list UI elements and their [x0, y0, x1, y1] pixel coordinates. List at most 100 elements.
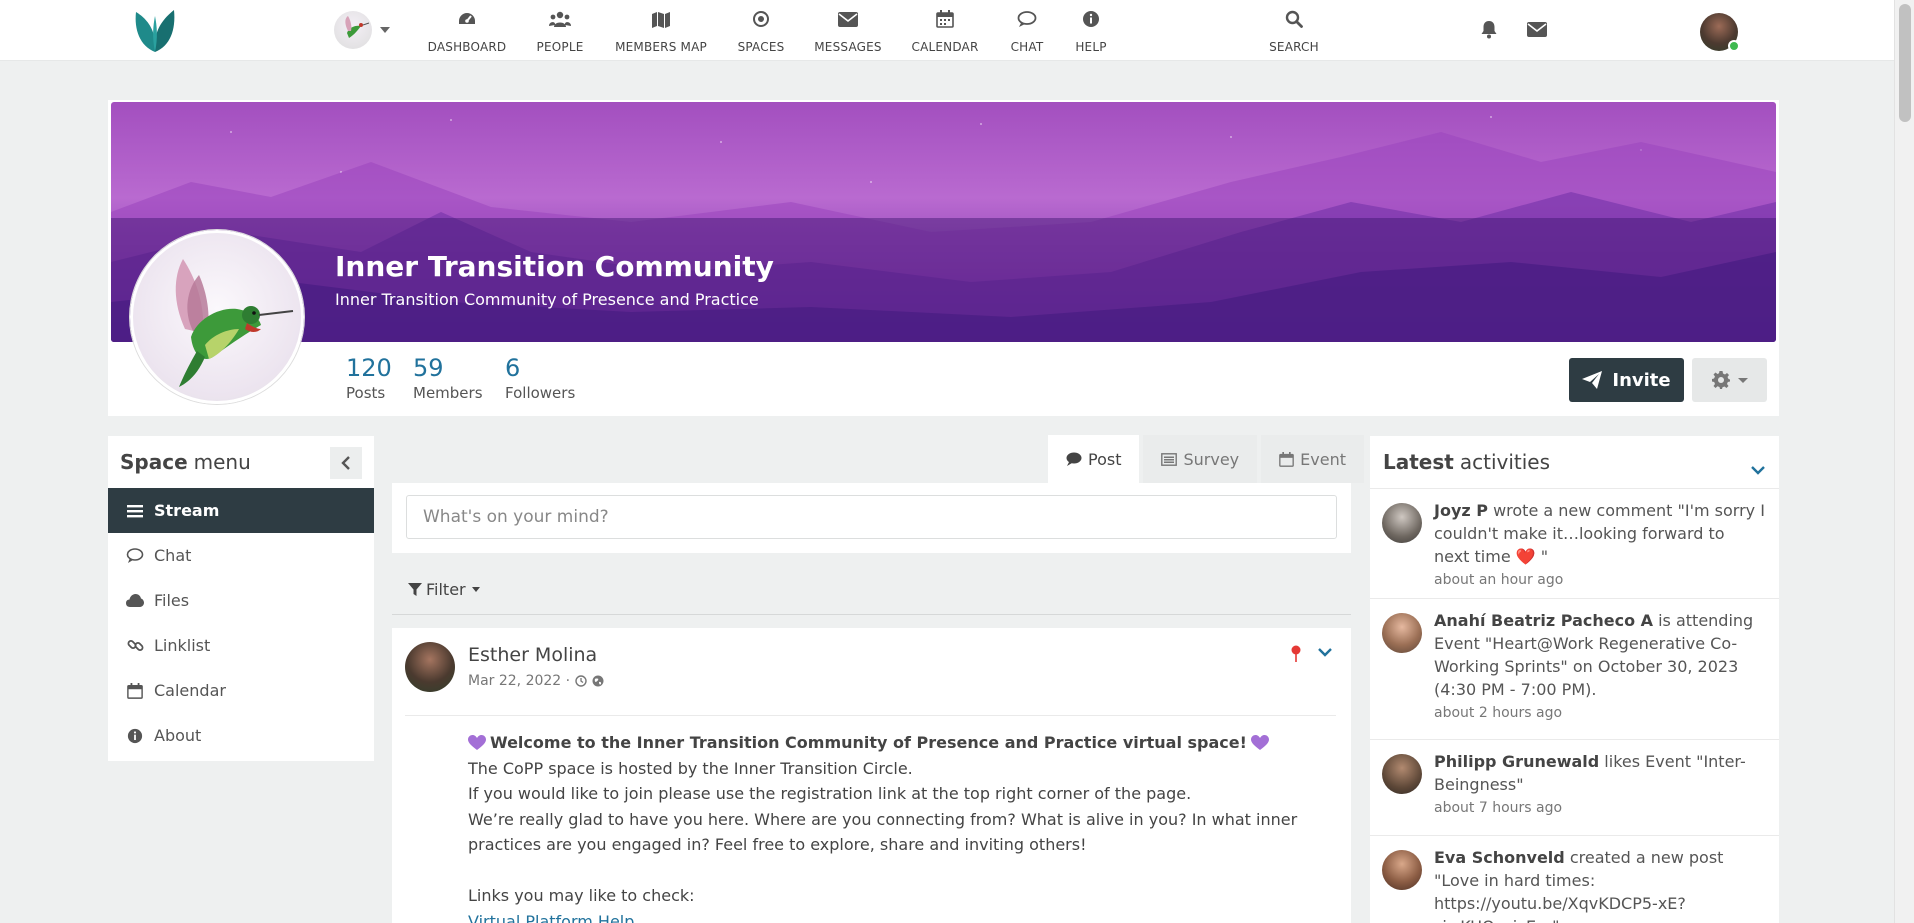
- virtual-platform-help-link[interactable]: Virtual Platform Help: [468, 912, 634, 923]
- activity-text: Joyz P wrote a new comment "I'm sorry I …: [1434, 499, 1765, 568]
- post-author-name[interactable]: Esther Molina: [468, 644, 597, 666]
- space-avatar-hummingbird[interactable]: [130, 230, 304, 404]
- activity-item[interactable]: Philipp Grunewald likes Event "Inter-Bei…: [1370, 740, 1779, 836]
- messages-envelope-icon[interactable]: [1526, 18, 1548, 40]
- nav-search[interactable]: SEARCH: [1269, 8, 1319, 54]
- activity-item[interactable]: Joyz P wrote a new comment "I'm sorry I …: [1370, 488, 1779, 599]
- counter-members-label: Members: [413, 384, 483, 402]
- calendar-icon: [936, 8, 954, 30]
- space-menu-item-linklist[interactable]: Linklist: [108, 623, 374, 668]
- space-chooser[interactable]: [334, 10, 400, 50]
- cloud-icon: [126, 592, 144, 610]
- nav-messages[interactable]: MESSAGES: [814, 8, 882, 54]
- space-menu-item-label: Chat: [154, 546, 192, 565]
- space-menu-title-bold: Space: [120, 450, 188, 474]
- logo-icon[interactable]: [130, 6, 180, 56]
- nav-people[interactable]: PEOPLE: [536, 8, 584, 54]
- calendar-icon: [126, 682, 144, 700]
- post-blank-line: [468, 858, 1328, 884]
- counter-followers[interactable]: 6 Followers: [505, 354, 575, 402]
- globe-icon: [592, 675, 604, 687]
- pinned-icon: [1290, 645, 1302, 666]
- post-line: practices are you engaged in? Feel free …: [468, 835, 1087, 854]
- purple-heart-icon: [1250, 734, 1269, 750]
- invite-button[interactable]: Invite: [1569, 358, 1684, 402]
- space-menu-item-calendar[interactable]: Calendar: [108, 668, 374, 713]
- post-headline-text: Welcome to the Inner Transition Communit…: [490, 733, 1247, 752]
- post-author-avatar[interactable]: [405, 642, 455, 692]
- counter-posts[interactable]: 120 Posts: [346, 354, 392, 402]
- chevron-down-icon: [471, 587, 480, 592]
- dashboard-icon: [457, 8, 477, 30]
- notifications-bell-icon[interactable]: [1478, 18, 1500, 40]
- space-description: Inner Transition Community of Presence a…: [335, 290, 759, 309]
- activity-item[interactable]: Anahí Beatriz Pacheco A is attending Eve…: [1370, 599, 1779, 740]
- activity-user-name: Philipp Grunewald: [1434, 752, 1600, 771]
- chat-icon: [1017, 8, 1037, 30]
- post-meta: Mar 22, 2022 ·: [468, 673, 604, 689]
- collapse-menu-button[interactable]: [330, 447, 362, 479]
- activity-avatar[interactable]: [1382, 613, 1422, 653]
- nav-members-map[interactable]: MEMBERS MAP: [615, 8, 707, 54]
- post-links-intro: Links you may like to check:: [468, 886, 695, 905]
- user-avatar[interactable]: [1700, 13, 1740, 52]
- page-scrollbar[interactable]: [1894, 0, 1914, 923]
- post-options-chevron-icon[interactable]: [1318, 646, 1332, 661]
- post-date[interactable]: Mar 22, 2022 ·: [468, 673, 570, 689]
- nav-members-map-label: MEMBERS MAP: [615, 40, 707, 54]
- tab-post[interactable]: Post: [1048, 435, 1140, 483]
- top-navigation: DASHBOARD PEOPLE MEMBERS MAP SPACES MESS…: [0, 0, 1894, 61]
- nav-chat-label: CHAT: [1010, 40, 1044, 54]
- post-line: If you would like to join please use the…: [468, 784, 1192, 803]
- post-headline: Welcome to the Inner Transition Communit…: [468, 730, 1328, 756]
- space-menu-item-label: Linklist: [154, 636, 211, 655]
- space-menu-item-about[interactable]: About: [108, 713, 374, 758]
- activity-item[interactable]: Eva Schonveld created a new post "Love i…: [1370, 836, 1779, 923]
- clock-icon: [575, 675, 587, 687]
- latest-activities: Latest activities Joyz P wrote a new com…: [1370, 436, 1779, 923]
- counter-posts-value: 120: [346, 354, 392, 382]
- tab-event[interactable]: Event: [1261, 435, 1364, 483]
- space-menu-item-chat[interactable]: Chat: [108, 533, 374, 578]
- space-menu-item-files[interactable]: Files: [108, 578, 374, 623]
- nav-dashboard-label: DASHBOARD: [427, 40, 507, 54]
- activity-avatar[interactable]: [1382, 850, 1422, 890]
- nav-dashboard[interactable]: DASHBOARD: [427, 8, 507, 54]
- calendar-icon: [1279, 451, 1294, 467]
- space-settings-button[interactable]: [1692, 358, 1767, 402]
- activity-tail: ": [1535, 547, 1549, 566]
- counter-members[interactable]: 59 Members: [413, 354, 483, 402]
- chevron-down-icon: [380, 27, 390, 33]
- whats-on-your-mind-input[interactable]: What's on your mind?: [406, 495, 1337, 539]
- nav-spaces[interactable]: SPACES: [738, 8, 784, 54]
- post-line: We’re really glad to have you here. Wher…: [468, 809, 1298, 829]
- activity-avatar[interactable]: [1382, 754, 1422, 794]
- nav-help[interactable]: HELP: [1075, 8, 1107, 54]
- envelope-icon: [838, 8, 858, 30]
- space-menu-item-stream[interactable]: Stream: [108, 488, 374, 533]
- stream-filter-button[interactable]: Filter: [408, 580, 480, 599]
- nav-chat[interactable]: CHAT: [1010, 8, 1044, 54]
- spaces-icon: [752, 8, 770, 30]
- nav-help-label: HELP: [1075, 40, 1107, 54]
- activity-user-name: Eva Schonveld: [1434, 848, 1565, 867]
- nav-messages-label: MESSAGES: [814, 40, 882, 54]
- post-body: Welcome to the Inner Transition Communit…: [468, 730, 1328, 923]
- nav-calendar-label: CALENDAR: [911, 40, 979, 54]
- comment-icon: [1066, 452, 1082, 466]
- activity-avatar[interactable]: [1382, 503, 1422, 543]
- survey-icon: [1161, 452, 1178, 466]
- collapse-chevron-icon[interactable]: [1751, 456, 1765, 480]
- tab-survey[interactable]: Survey: [1143, 435, 1258, 483]
- post-line: The CoPP space is hosted by the Inner Tr…: [468, 758, 913, 778]
- nav-spaces-label: SPACES: [737, 40, 785, 54]
- nav-calendar[interactable]: CALENDAR: [911, 8, 979, 54]
- post-composer: What's on your mind?: [392, 483, 1351, 553]
- online-status-dot: [1728, 40, 1740, 52]
- filter-label: Filter: [426, 580, 466, 599]
- activity-time: about an hour ago: [1434, 572, 1564, 588]
- space-menu-item-label: About: [154, 726, 202, 745]
- scrollbar-thumb[interactable]: [1899, 4, 1911, 122]
- latest-activities-title-rest: activities: [1459, 450, 1551, 474]
- filter-icon: [408, 582, 422, 596]
